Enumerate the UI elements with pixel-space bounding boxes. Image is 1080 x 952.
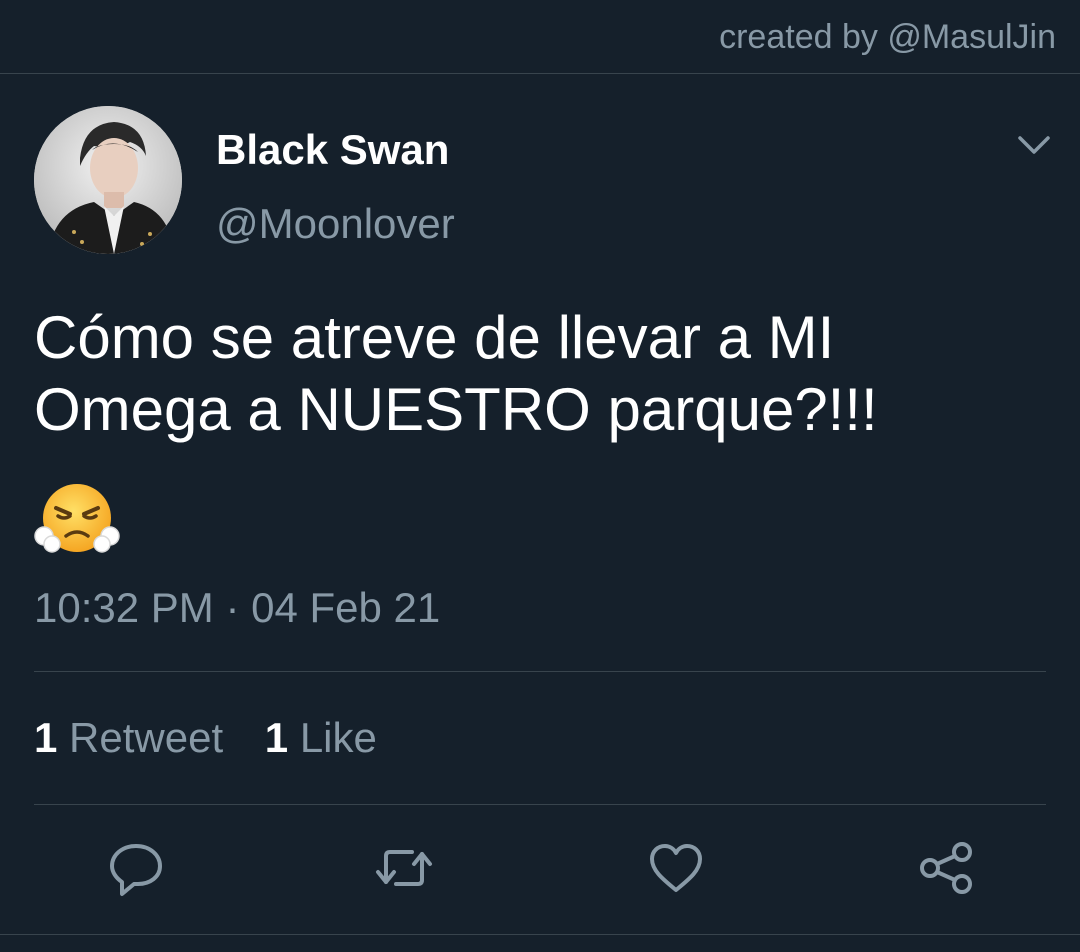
tweet-text-line: Omega a NUESTRO parque?!!!	[34, 376, 878, 443]
divider	[34, 804, 1046, 805]
avatar-image	[34, 106, 182, 254]
likes-count: 1	[264, 714, 289, 761]
retweets-stat[interactable]: 1 Retweet	[34, 714, 223, 762]
avatar[interactable]	[34, 106, 182, 254]
divider	[0, 934, 1080, 935]
reply-icon[interactable]	[106, 838, 166, 898]
retweets-count: 1	[34, 714, 58, 761]
tweet-text: Cómo se atreve de llevar a MI Omega a NU…	[34, 302, 1034, 446]
face-with-steam-from-nose-icon	[34, 480, 120, 556]
share-icon[interactable]	[916, 838, 976, 898]
tweet-timestamp[interactable]: 10:32 PM · 04 Feb 21	[34, 584, 440, 632]
tweet-text-line: Cómo se atreve de llevar a MI	[34, 304, 835, 371]
watermark-bar: created by @MasulJin	[0, 0, 1080, 74]
chevron-down-icon[interactable]	[1014, 128, 1054, 164]
user-handle[interactable]: @Moonlover	[216, 200, 455, 248]
likes-stat[interactable]: 1 Like	[265, 714, 377, 762]
retweets-label: Retweet	[69, 714, 224, 761]
watermark-text: created by @MasulJin	[719, 18, 1056, 56]
likes-label: Like	[299, 714, 377, 761]
like-icon[interactable]	[646, 838, 706, 898]
retweet-icon[interactable]	[374, 838, 434, 898]
divider	[34, 671, 1046, 672]
display-name[interactable]: Black Swan	[216, 126, 449, 174]
tweet-stats: 1 Retweet 1 Like	[34, 714, 377, 762]
